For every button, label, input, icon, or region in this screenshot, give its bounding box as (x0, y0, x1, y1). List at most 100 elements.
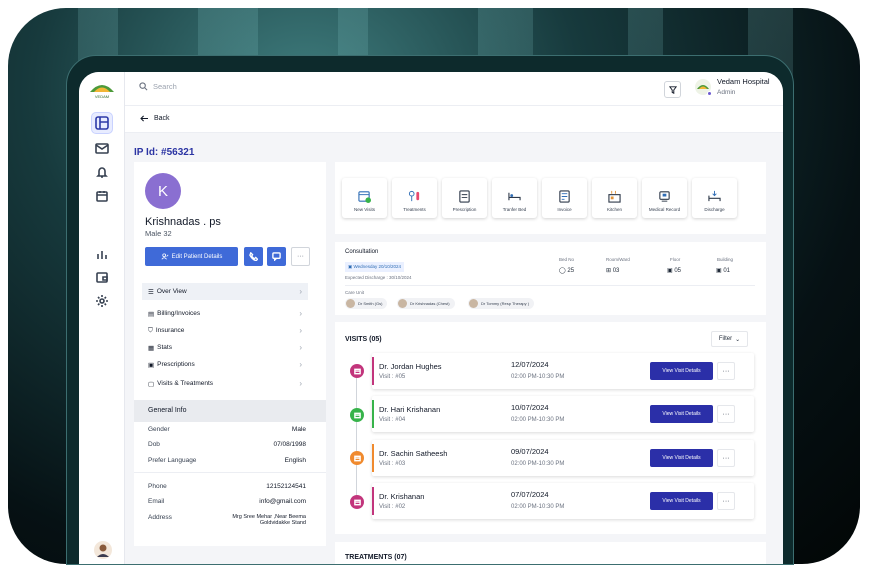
chip-label: Dr Smith (Gs) (358, 301, 383, 306)
sidebar-bell-icon[interactable] (91, 161, 113, 183)
menu-item-visits-treatments[interactable]: ▢ Visits & Treatments › (142, 375, 308, 392)
care-chip-krishnadas: Dr Krishnadas (Chest) (397, 298, 455, 309)
action-treatments[interactable]: Treatments (392, 178, 437, 218)
visit-time: 02:00 PM-10:30 PM (511, 374, 565, 380)
message-button[interactable] (267, 247, 286, 266)
action-label: Discharge (704, 207, 725, 212)
menu-label: Billing/Invoices (157, 310, 201, 317)
visits-filter-button[interactable]: Filter ⌄ (711, 331, 748, 347)
care-chip-smith: Dr Smith (Gs) (345, 298, 388, 309)
view-visit-details-button[interactable]: View Visit Details (650, 449, 713, 467)
visit-more-button[interactable]: ··· (717, 362, 735, 380)
visit-accent (372, 444, 374, 472)
treatments-card: TREATMENTS (07) (335, 542, 766, 564)
back-label: Back (154, 115, 170, 122)
info-row-language: Prefer Language English (148, 457, 306, 464)
menu-item-overview[interactable]: ☰ Over View › (142, 283, 308, 300)
info-value: Mrg Sree Mehar ,Near Beema Goldvidakke S… (232, 514, 306, 526)
sidebar-dashboard-icon[interactable] (91, 112, 113, 134)
patient-gender-age: Male 32 (145, 229, 172, 238)
user-avatar[interactable] (91, 538, 115, 562)
phone-icon (249, 252, 258, 261)
info-key: Gender (148, 426, 170, 433)
general-info-header: General Info (134, 400, 326, 422)
menu-item-prescriptions[interactable]: ▣ Prescriptions › (142, 356, 308, 373)
sidebar-calendar-icon[interactable] (91, 185, 113, 207)
chevron-right-icon: › (299, 287, 302, 296)
visit-number: Visit : #03 (379, 461, 406, 467)
bed-label: Bed No (559, 257, 575, 262)
visit-time: 02:00 PM-10:30 PM (511, 417, 565, 423)
view-visit-details-button[interactable]: View Visit Details (650, 492, 713, 510)
back-bar: Back (125, 106, 783, 133)
action-prescription[interactable]: Prescription (442, 178, 487, 218)
search-bar[interactable]: Search (139, 82, 177, 91)
call-button[interactable] (244, 247, 263, 266)
action-label: Medical Record (648, 207, 681, 212)
info-row-email: Email info@gmail.com (148, 498, 306, 505)
menu-label: Insurance (155, 327, 185, 334)
bed-icon (508, 192, 521, 201)
floor-number: 05 (674, 268, 682, 274)
filter-button[interactable] (664, 81, 681, 98)
action-discharge[interactable]: Discharge (692, 178, 737, 218)
info-key: Address (148, 514, 172, 521)
patient-panel: K Krishnadas . ps Male 32 Edit Patient D… (134, 162, 326, 546)
view-visit-details-button[interactable]: View Visit Details (650, 405, 713, 423)
room-number: 03 (612, 268, 620, 274)
visits-title: VISITS (05) (345, 336, 382, 343)
edit-patient-label: Edit Patient Details (171, 253, 223, 260)
action-medical-record[interactable]: Medical Record (642, 178, 687, 218)
menu-item-insurance[interactable]: ⛉ Insurance › (142, 322, 308, 339)
visit-more-button[interactable]: ··· (717, 449, 735, 467)
hospital-avatar (695, 78, 712, 96)
action-label: Prescription (452, 207, 477, 212)
ip-id: IP Id: #56321 (134, 147, 195, 158)
visit-date: 10/07/2024 (511, 403, 549, 412)
edit-user-icon (161, 253, 169, 260)
info-value: English (284, 457, 306, 464)
action-kitchen[interactable]: Kitchen (592, 178, 637, 218)
care-unit-label: Care Unit (345, 290, 365, 295)
action-label: Invoice (557, 207, 572, 212)
expected-discharge: Expected Discharge : 30/10/2024 (345, 275, 412, 280)
visit-time: 02:00 PM-10:30 PM (511, 504, 565, 510)
visit-more-button[interactable]: ··· (717, 492, 735, 510)
visit-accent (372, 487, 374, 515)
menu-item-stats[interactable]: ▦ Stats › (142, 339, 308, 356)
hospital-profile[interactable]: Vedam Hospital Admin (695, 77, 770, 96)
info-key: Prefer Language (148, 457, 197, 464)
sidebar-wallet-icon[interactable] (91, 266, 113, 288)
sidebar-settings-icon[interactable] (91, 290, 113, 312)
action-label: Tranfer Bed (502, 207, 527, 212)
back-button[interactable]: Back (140, 115, 170, 122)
info-key: Phone (148, 483, 167, 490)
more-options-button[interactable]: ··· (291, 247, 310, 266)
visit-accent (372, 400, 374, 428)
menu-item-billing[interactable]: ▤ Billing/Invoices › (142, 305, 308, 322)
app-screen: VEDAM Search Vedam Hospital Admin Back I… (79, 72, 783, 564)
visit-doctor: Dr. Sachin Satheesh (379, 449, 448, 458)
room-label: Room/Ward (606, 257, 630, 262)
visit-more-button[interactable]: ··· (717, 405, 735, 423)
menu-label: Stats (157, 344, 172, 351)
arrow-left-icon (140, 115, 148, 122)
info-value: info@gmail.com (259, 498, 306, 505)
action-transfer-bed[interactable]: Tranfer Bed (492, 178, 537, 218)
chip-label: Dr Tommy (Resp Therapy ) (481, 301, 530, 306)
edit-patient-button[interactable]: Edit Patient Details (145, 247, 238, 266)
visit-number: Visit : #02 (379, 504, 406, 510)
info-key: Dob (148, 441, 160, 448)
invoice-icon (559, 190, 570, 203)
sidebar-mail-icon[interactable] (91, 137, 113, 159)
action-invoice[interactable]: Invoice (542, 178, 587, 218)
bed-value: ◯ 25 (559, 268, 575, 274)
action-new-visits[interactable]: New Visits (342, 178, 387, 218)
sidebar-chart-icon[interactable] (91, 243, 113, 265)
new-visit-icon (358, 191, 371, 203)
sidebar: VEDAM (79, 72, 125, 564)
chevron-right-icon: › (299, 326, 302, 335)
view-visit-details-button[interactable]: View Visit Details (650, 362, 713, 380)
quick-actions-card: New Visits Treatments Prescription Tranf… (335, 162, 766, 234)
chip-label: Dr Krishnadas (Chest) (410, 301, 450, 306)
